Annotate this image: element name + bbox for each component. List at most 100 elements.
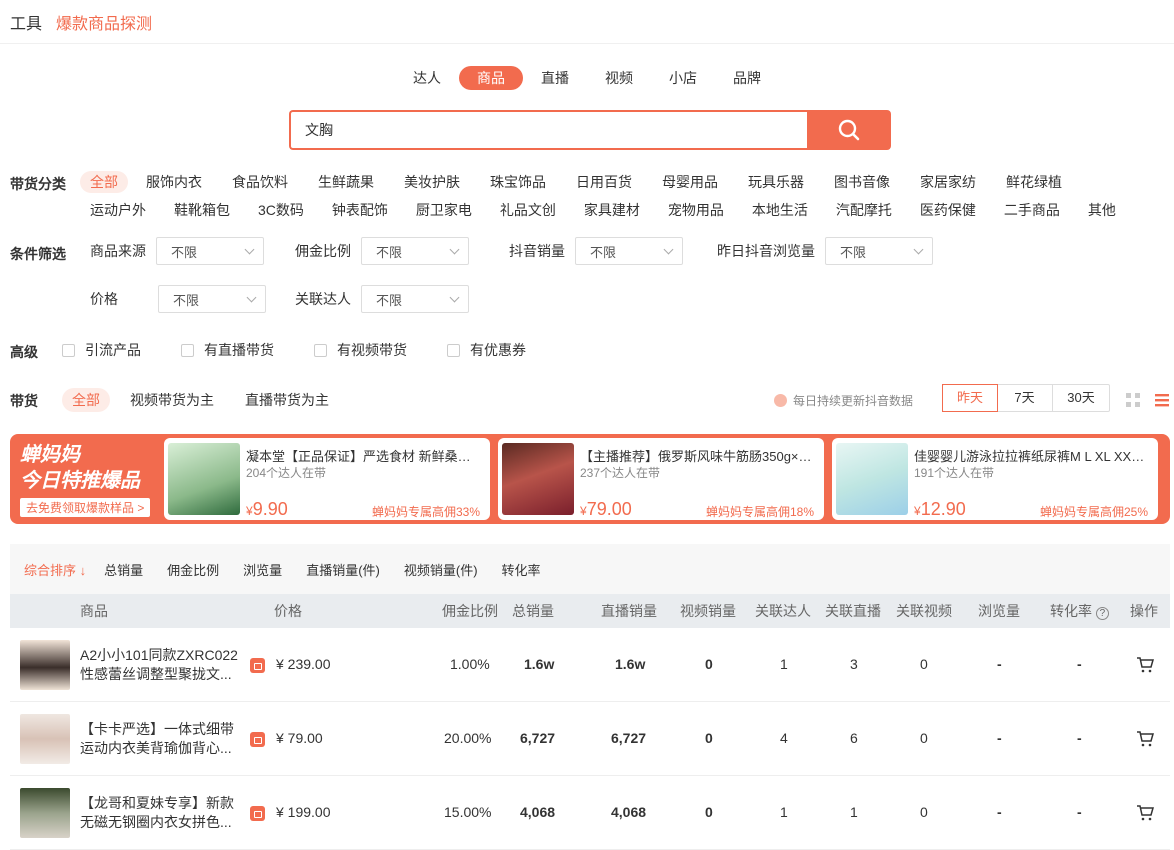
filter-douyin-sales-label: 抖音销量 <box>509 243 565 259</box>
category-item[interactable]: 珠宝饰品 <box>480 171 556 193</box>
advanced-options: 引流产品 有直播带货 有视频带货 有优惠券 <box>62 340 566 360</box>
category-item[interactable]: 美妆护肤 <box>394 171 470 193</box>
promo-cta[interactable]: 去免费领取爆款样品 > <box>20 498 151 517</box>
category-item[interactable]: 厨卫家电 <box>406 199 482 221</box>
sort-commission[interactable]: 佣金比例 <box>167 560 219 579</box>
shop-bag-icon <box>250 658 265 673</box>
category-item[interactable]: 医药保健 <box>910 199 986 221</box>
category-item[interactable]: 日用百货 <box>566 171 642 193</box>
category-item[interactable]: 家居家纺 <box>910 171 986 193</box>
category-item[interactable]: 玩具乐器 <box>738 171 814 193</box>
category-item[interactable]: 服饰内衣 <box>136 171 212 193</box>
commission-cell: 1.00% <box>450 656 490 672</box>
live-count-cell: 1 <box>850 804 858 820</box>
promo-card-price: ¥9.90 <box>246 499 288 519</box>
cart-icon[interactable] <box>1136 804 1154 822</box>
category-item[interactable]: 礼品文创 <box>490 199 566 221</box>
daihuo-all[interactable]: 全部 <box>62 388 110 412</box>
daihuo-live[interactable]: 直播带货为主 <box>235 388 339 412</box>
column-header: 浏览量 <box>978 603 1020 619</box>
help-icon[interactable]: ? <box>1095 607 1109 620</box>
table-row[interactable]: 【卡卡严选】一体式细带 运动内衣美背瑜伽背心... ¥ 79.00 20.00% … <box>10 702 1170 776</box>
category-item[interactable]: 其他 <box>1078 199 1126 221</box>
sort-default[interactable]: 综合排序 ↓ <box>24 560 86 579</box>
conversion-cell: - <box>1077 804 1082 820</box>
column-header: 商品 <box>80 603 108 619</box>
sort-conversion[interactable]: 转化率 <box>502 560 541 579</box>
category-item[interactable]: 鞋靴箱包 <box>164 199 240 221</box>
grid-view-icon[interactable] <box>1125 392 1141 408</box>
category-item[interactable]: 本地生活 <box>742 199 818 221</box>
promo-card-commission: 蝉妈妈专属高佣25% <box>1039 505 1148 519</box>
total-sales-cell: 4,068 <box>520 804 556 820</box>
filter-source-select[interactable]: 不限 <box>156 237 264 265</box>
filter-commission-select[interactable]: 不限 <box>361 237 469 265</box>
category-item[interactable]: 钟表配饰 <box>322 199 398 221</box>
filter-douyin-sales-select[interactable]: 不限 <box>575 237 683 265</box>
period-selector: 昨天 7天 30天 <box>942 384 1110 412</box>
filter-source-label: 商品来源 <box>90 243 146 259</box>
filter-source: 商品来源 不限 <box>90 237 264 265</box>
search-type-tabs: 达人 商品 直播 视频 小店 品牌 <box>0 66 1174 90</box>
total-sales-cell: 6,727 <box>520 730 556 746</box>
checkbox-traffic-product[interactable]: 引流产品 <box>62 340 141 360</box>
conversion-cell: - <box>1077 656 1082 672</box>
product-name[interactable]: 【卡卡严选】一体式细带 运动内衣美背瑜伽背心... <box>80 720 242 758</box>
tab-goods[interactable]: 商品 <box>459 66 523 90</box>
category-item[interactable]: 食品饮料 <box>222 171 298 193</box>
info-dot-icon <box>774 394 787 407</box>
category-item[interactable]: 全部 <box>80 171 128 193</box>
search-input[interactable] <box>289 110 807 150</box>
filter-price-select[interactable]: 不限 <box>158 285 266 313</box>
category-item[interactable]: 生鲜蔬果 <box>308 171 384 193</box>
tool-link[interactable]: 工具 <box>10 10 42 34</box>
tab-video[interactable]: 视频 <box>587 66 651 90</box>
category-item[interactable]: 3C数码 <box>248 199 314 221</box>
cart-icon[interactable] <box>1136 730 1154 748</box>
filter-commission: 佣金比例 不限 <box>295 237 469 265</box>
list-view-icon[interactable] <box>1154 392 1170 408</box>
chevron-down-icon <box>449 292 460 302</box>
promo-card-commission: 蝉妈妈专属高佣18% <box>705 505 814 519</box>
daihuo-video[interactable]: 视频带货为主 <box>120 388 224 412</box>
promo-card-count: 204个达人在带 <box>246 466 327 480</box>
period-7d[interactable]: 7天 <box>997 385 1053 411</box>
category-item[interactable]: 运动户外 <box>80 199 156 221</box>
chevron-down-icon <box>663 244 674 254</box>
column-header: 关联达人 <box>755 603 811 619</box>
category-item[interactable]: 汽配摩托 <box>826 199 902 221</box>
promo-card[interactable]: 凝本堂【正品保证】严选食材 新鲜桑叶茶... 204个达人在带 ¥9.90 蝉妈… <box>164 438 490 520</box>
checkbox-live[interactable]: 有直播带货 <box>181 340 274 360</box>
table-row[interactable]: 【龙哥和夏妹专享】新款 无磁无钢圈内衣女拼色... ¥ 199.00 15.00%… <box>10 776 1170 850</box>
tab-shop[interactable]: 小店 <box>651 66 715 90</box>
checkbox-coupon[interactable]: 有优惠券 <box>447 340 526 360</box>
category-item[interactable]: 母婴用品 <box>652 171 728 193</box>
sort-live-sales[interactable]: 直播销量(件) <box>306 560 380 579</box>
search-button[interactable] <box>807 110 891 150</box>
tab-brand[interactable]: 品牌 <box>715 66 779 90</box>
cart-icon[interactable] <box>1136 656 1154 674</box>
category-item[interactable]: 家具建材 <box>574 199 650 221</box>
tab-live[interactable]: 直播 <box>523 66 587 90</box>
sort-video-sales[interactable]: 视频销量(件) <box>404 560 478 579</box>
sort-views[interactable]: 浏览量 <box>243 560 282 579</box>
price-cell: ¥ 199.00 <box>276 804 331 820</box>
checkbox-video[interactable]: 有视频带货 <box>314 340 407 360</box>
filter-views-select[interactable]: 不限 <box>825 237 933 265</box>
product-name[interactable]: A2小小101同款ZXRC022 性感蕾丝调整型聚拢文... <box>80 646 242 684</box>
table-row[interactable]: A2小小101同款ZXRC022 性感蕾丝调整型聚拢文... ¥ 239.00 1… <box>10 628 1170 702</box>
column-header: 佣金比例 <box>442 603 498 619</box>
period-yesterday[interactable]: 昨天 <box>942 384 998 412</box>
promo-card-commission: 蝉妈妈专属高佣33% <box>371 505 480 519</box>
category-item[interactable]: 二手商品 <box>994 199 1070 221</box>
sort-total-sales[interactable]: 总销量 <box>104 560 143 579</box>
product-name[interactable]: 【龙哥和夏妹专享】新款 无磁无钢圈内衣女拼色... <box>80 794 242 832</box>
period-30d[interactable]: 30天 <box>1053 385 1109 411</box>
promo-card[interactable]: 佳婴婴儿游泳拉拉裤纸尿裤M L XL XXL码... 191个达人在带 ¥12.… <box>832 438 1158 520</box>
category-item[interactable]: 鲜花绿植 <box>996 171 1072 193</box>
tab-daren[interactable]: 达人 <box>395 66 459 90</box>
promo-card[interactable]: 【主播推荐】俄罗斯风味牛筋肠350g×3根... 237个达人在带 ¥79.00… <box>498 438 824 520</box>
filter-influencer-select[interactable]: 不限 <box>361 285 469 313</box>
category-item[interactable]: 图书音像 <box>824 171 900 193</box>
category-item[interactable]: 宠物用品 <box>658 199 734 221</box>
